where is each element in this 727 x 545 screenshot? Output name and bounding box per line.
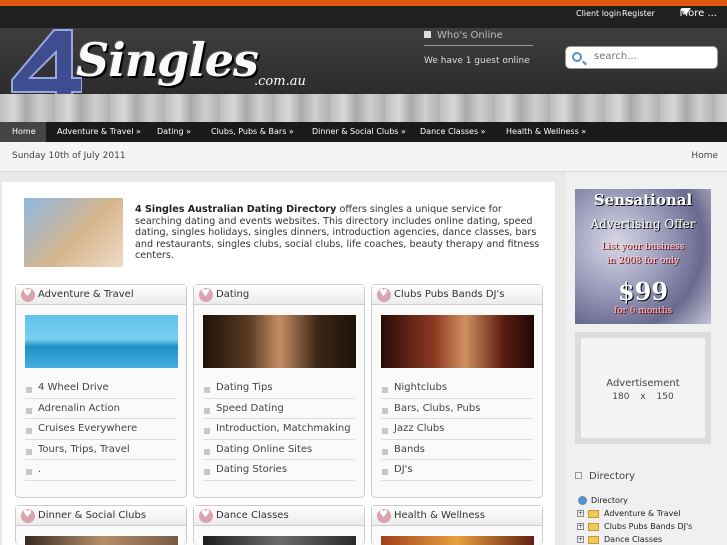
list-item[interactable]: Nightclubs xyxy=(381,378,533,399)
list-item[interactable]: 4 Wheel Drive xyxy=(25,378,177,399)
advertising-offer-banner[interactable]: Sensational Advertising Offer List your … xyxy=(575,189,711,324)
card-image[interactable] xyxy=(203,536,356,545)
advertisement-placeholder[interactable]: Advertisement 180 x 150 xyxy=(575,332,711,444)
card-title[interactable]: Dance Classes xyxy=(216,510,289,521)
list-item[interactable]: Jazz Clubs xyxy=(381,419,533,440)
list-item[interactable]: Bars, Clubs, Pubs xyxy=(381,399,533,419)
date-bar: Sunday 10th of July 2011 Home xyxy=(0,142,727,172)
heart-icon xyxy=(377,288,391,302)
checkbox-icon xyxy=(424,31,431,38)
nav-home[interactable]: Home xyxy=(12,127,36,136)
category-card: Adventure & Travel 4 Wheel Drive Adrenal… xyxy=(15,284,187,498)
heart-icon xyxy=(377,509,391,523)
card-image[interactable] xyxy=(203,315,356,368)
tree-node[interactable]: + Clubs Pubs Bands DJ's xyxy=(577,520,692,533)
heart-icon xyxy=(199,509,213,523)
folder-icon xyxy=(588,536,599,544)
list-item[interactable]: Speed Dating xyxy=(203,399,355,419)
top-bar: Client login Register More ... xyxy=(0,6,727,28)
list-item[interactable]: Cruises Everywhere xyxy=(25,419,177,440)
ad-body: List your business in 2008 for only xyxy=(601,242,685,266)
expand-icon[interactable]: + xyxy=(577,510,584,517)
directory-tree: Directory + Adventure & Travel + Clubs Pub… xyxy=(577,494,692,545)
intro-photo xyxy=(24,198,123,267)
more-link[interactable]: More ... xyxy=(679,8,717,19)
register-link[interactable]: Register xyxy=(622,9,655,18)
ad-price: $99 xyxy=(617,277,669,306)
expand-icon[interactable]: + xyxy=(577,536,584,543)
divider xyxy=(424,45,533,46)
list-item[interactable]: Introduction, Matchmaking xyxy=(203,419,355,440)
ad-subheadline: Advertising Offer xyxy=(590,217,696,231)
nav-clubs-pubs-bars[interactable]: Clubs, Pubs & Bars » xyxy=(211,127,294,136)
card-title[interactable]: Adventure & Travel xyxy=(38,289,134,300)
card-title[interactable]: Dinner & Social Clubs xyxy=(38,510,146,521)
card-image[interactable] xyxy=(381,315,534,368)
list-item[interactable]: DJ's xyxy=(381,460,533,481)
card-title[interactable]: Clubs Pubs Bands DJ's xyxy=(394,289,504,300)
card-title[interactable]: Health & Wellness xyxy=(394,510,485,521)
current-date: Sunday 10th of July 2011 xyxy=(12,151,126,161)
category-card: Dinner & Social Clubs xyxy=(15,505,187,545)
ad-period: for 6 months xyxy=(613,306,673,316)
intro-text: 4 Singles Australian Dating Directory of… xyxy=(135,204,540,262)
search-icon xyxy=(572,52,582,62)
category-card: Dance Classes xyxy=(193,505,365,545)
heart-icon xyxy=(21,509,35,523)
nav-dating[interactable]: Dating » xyxy=(157,127,191,136)
checkbox-icon xyxy=(575,472,582,479)
list-item[interactable]: Dating Stories xyxy=(203,460,355,481)
folder-icon xyxy=(588,510,599,518)
heart-icon xyxy=(21,288,35,302)
category-card: Dating Dating Tips Speed Dating Introduc… xyxy=(193,284,365,498)
card-image[interactable] xyxy=(25,315,178,368)
list-item[interactable]: Adrenalin Action xyxy=(25,399,177,419)
tree-node[interactable]: + Dance Classes xyxy=(577,533,692,545)
nav-dinner-social-clubs[interactable]: Dinner & Social Clubs » xyxy=(312,127,406,136)
search-input[interactable] xyxy=(594,51,712,62)
ad-size: 180 x 150 xyxy=(612,392,674,402)
tree-node[interactable]: + Adventure & Travel xyxy=(577,507,692,520)
guests-online-text: We have 1 guest online xyxy=(424,56,530,66)
list-item[interactable]: Dating Online Sites xyxy=(203,440,355,460)
card-image[interactable] xyxy=(25,536,178,545)
tree-root[interactable]: Directory xyxy=(577,494,692,507)
logo-text[interactable]: Singles xyxy=(76,33,259,87)
card-image[interactable] xyxy=(381,536,534,545)
list-item[interactable]: Bands xyxy=(381,440,533,460)
heart-icon xyxy=(199,288,213,302)
header-photo-strip xyxy=(0,94,727,122)
list-item[interactable]: Tours, Trips, Travel xyxy=(25,440,177,460)
card-title[interactable]: Dating xyxy=(216,289,249,300)
folder-icon xyxy=(588,523,599,531)
directory-heading: Directory xyxy=(575,471,635,482)
main-nav: Home Adventure & Travel » Dating » Clubs… xyxy=(0,122,727,142)
category-card: Clubs Pubs Bands DJ's Nightclubs Bars, C… xyxy=(371,284,543,498)
expand-icon[interactable]: + xyxy=(577,523,584,530)
list-item[interactable]: Dating Tips xyxy=(203,378,355,399)
client-login-link[interactable]: Client login xyxy=(576,9,621,18)
ad-headline: Sensational xyxy=(593,191,693,209)
nav-dance-classes[interactable]: Dance Classes » xyxy=(420,127,486,136)
breadcrumb[interactable]: Home xyxy=(691,151,718,161)
category-card: Health & Wellness xyxy=(371,505,543,545)
search-box[interactable] xyxy=(565,46,718,69)
list-item[interactable]: . xyxy=(25,460,177,481)
whos-online-title: Who's Online xyxy=(424,30,503,41)
logo-domain: .com.au xyxy=(254,74,306,89)
nav-adventure-travel[interactable]: Adventure & Travel » xyxy=(57,127,141,136)
nav-health-wellness[interactable]: Health & Wellness » xyxy=(506,127,586,136)
ad-label: Advertisement xyxy=(606,378,680,389)
